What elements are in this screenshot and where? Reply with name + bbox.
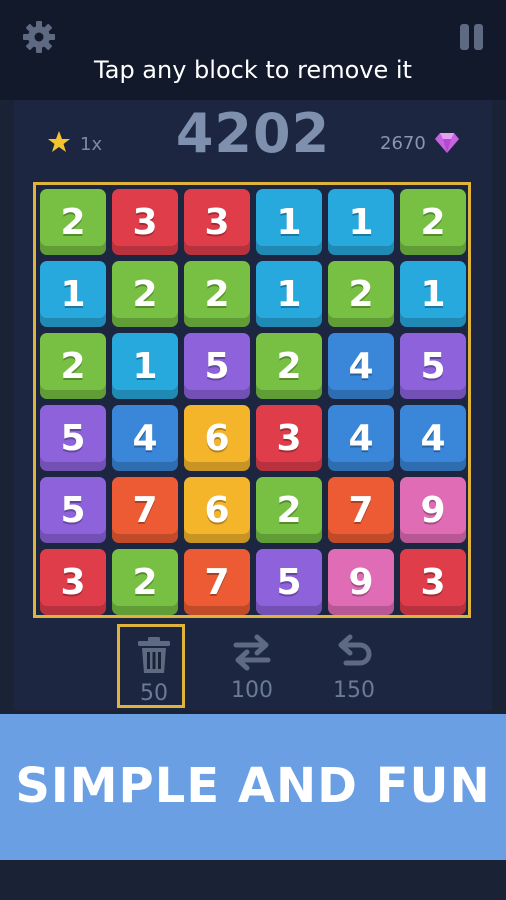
swap-tool-button[interactable]: 100 xyxy=(218,624,286,708)
diamond-icon xyxy=(435,133,459,153)
swap-icon xyxy=(233,634,271,671)
tile[interactable]: 4 xyxy=(328,405,394,471)
tile[interactable]: 3 xyxy=(400,549,466,615)
tile[interactable]: 5 xyxy=(40,405,106,471)
pause-button[interactable] xyxy=(458,24,488,52)
game-board: 233112122121215245546344576279327593 xyxy=(33,182,471,618)
tile[interactable]: 2 xyxy=(328,261,394,327)
instruction-text: Tap any block to remove it xyxy=(94,56,412,84)
tile[interactable]: 7 xyxy=(184,549,250,615)
top-bar: Tap any block to remove it xyxy=(0,0,506,100)
tile[interactable]: 7 xyxy=(112,477,178,543)
tile[interactable]: 2 xyxy=(40,189,106,255)
tile[interactable]: 1 xyxy=(400,261,466,327)
tile[interactable]: 1 xyxy=(256,189,322,255)
tools-bar: 50 100 150 xyxy=(0,620,506,712)
tile[interactable]: 5 xyxy=(400,333,466,399)
tile[interactable]: 2 xyxy=(112,549,178,615)
remove-tool-button[interactable]: 50 xyxy=(117,624,185,708)
tile[interactable]: 1 xyxy=(40,261,106,327)
undo-tool-button[interactable]: 150 xyxy=(320,624,388,708)
pause-icon xyxy=(460,24,469,50)
tile[interactable]: 9 xyxy=(328,549,394,615)
tile[interactable]: 5 xyxy=(184,333,250,399)
banner-text: SIMPLE AND FUN xyxy=(15,758,491,814)
tile[interactable]: 4 xyxy=(328,333,394,399)
tile[interactable]: 1 xyxy=(112,333,178,399)
swap-tool-cost: 100 xyxy=(231,678,273,703)
gem-count: 2670 xyxy=(380,133,426,154)
tile[interactable]: 3 xyxy=(40,549,106,615)
tile[interactable]: 1 xyxy=(328,189,394,255)
tile[interactable]: 7 xyxy=(328,477,394,543)
tile[interactable]: 2 xyxy=(112,261,178,327)
remove-tool-cost: 50 xyxy=(140,681,168,706)
star-icon xyxy=(48,131,70,152)
tile[interactable]: 6 xyxy=(184,405,250,471)
tile[interactable]: 6 xyxy=(184,477,250,543)
tile[interactable]: 3 xyxy=(112,189,178,255)
score-display: 4202 xyxy=(175,102,331,165)
gear-icon[interactable] xyxy=(22,20,56,54)
tile[interactable]: 2 xyxy=(256,333,322,399)
tile[interactable]: 4 xyxy=(400,405,466,471)
tile[interactable]: 3 xyxy=(256,405,322,471)
undo-icon xyxy=(338,634,372,666)
promo-banner: SIMPLE AND FUN xyxy=(0,714,506,860)
tile[interactable]: 9 xyxy=(400,477,466,543)
tile[interactable]: 4 xyxy=(112,405,178,471)
tile[interactable]: 5 xyxy=(40,477,106,543)
tile[interactable]: 2 xyxy=(40,333,106,399)
undo-tool-cost: 150 xyxy=(333,678,375,703)
tile[interactable]: 5 xyxy=(256,549,322,615)
trash-icon xyxy=(138,637,170,673)
tile[interactable]: 2 xyxy=(400,189,466,255)
tile[interactable]: 3 xyxy=(184,189,250,255)
tile[interactable]: 2 xyxy=(184,261,250,327)
tile[interactable]: 2 xyxy=(256,477,322,543)
tile[interactable]: 1 xyxy=(256,261,322,327)
multiplier-label: 1x xyxy=(80,134,103,155)
bottom-strip xyxy=(0,860,506,900)
